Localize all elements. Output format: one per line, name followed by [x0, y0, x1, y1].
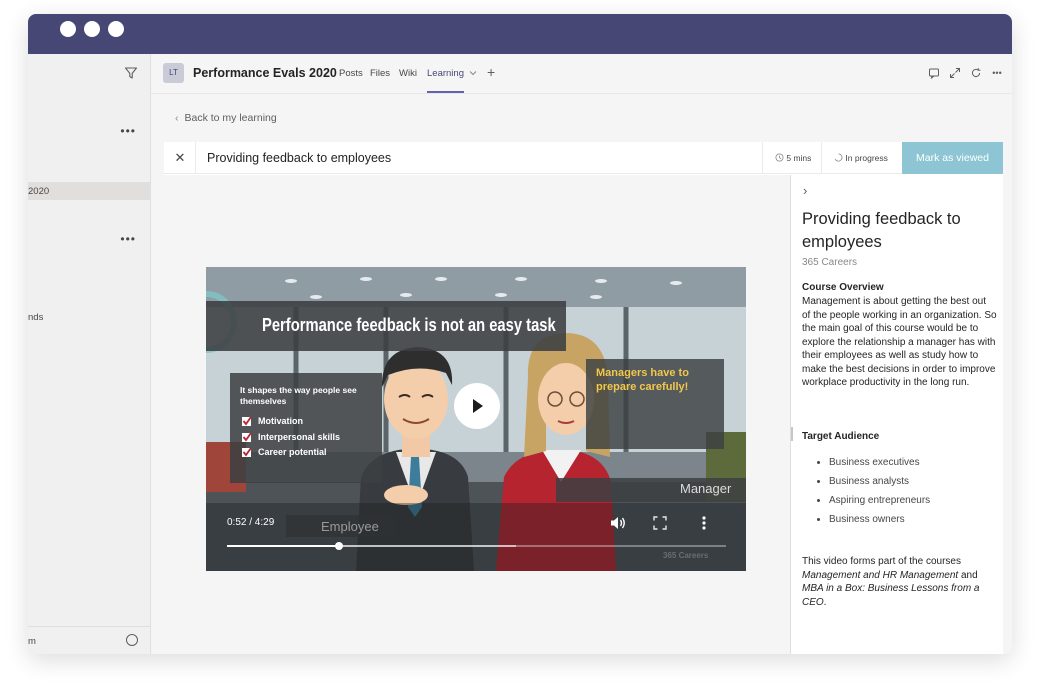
- overview-text: Management is about getting the best out…: [802, 296, 997, 388]
- video-area: Performance feedback is not an easy task…: [164, 175, 790, 654]
- checklist-item: Motivation: [258, 416, 303, 426]
- more-options-icon[interactable]: •••: [991, 67, 1003, 79]
- footer-label[interactable]: m: [28, 636, 36, 647]
- more-options-icon[interactable]: •••: [120, 232, 136, 246]
- divider: [195, 142, 196, 174]
- video-quote: Managers have to prepare carefully!: [596, 367, 689, 393]
- window-dot-icon[interactable]: [108, 21, 124, 37]
- team-name: Performance Evals 2020: [193, 66, 337, 80]
- employee-label: Employee: [321, 519, 379, 534]
- divider: [762, 142, 763, 174]
- left-pane-footer: m: [28, 626, 151, 654]
- list-item: Aspiring entrepreneurs: [829, 494, 930, 513]
- tab-learning[interactable]: Learning: [427, 68, 477, 79]
- audience-list: Business executives Business analysts As…: [829, 456, 930, 532]
- side-course-title: Providing feedback to employees: [802, 210, 961, 251]
- video-watermark: 365 Careers: [663, 551, 709, 560]
- main-content: ‹ Back to my learning ✕ Providing feedbac…: [151, 95, 1012, 654]
- back-link-label: Back to my learning: [184, 112, 277, 124]
- course-card: ✕ Providing feedback to employees 5 mins…: [164, 142, 1003, 654]
- duration-badge: 5 mins: [775, 153, 811, 163]
- footer-text: .: [823, 596, 827, 608]
- video-player[interactable]: Performance feedback is not an easy task…: [206, 267, 746, 571]
- tab-wiki[interactable]: Wiki: [399, 68, 417, 79]
- manager-label: Manager: [680, 481, 732, 496]
- course-title: Providing feedback to employees: [207, 151, 392, 165]
- gear-icon[interactable]: [126, 634, 138, 646]
- video-headline: Performance feedback is not an easy task: [262, 315, 556, 335]
- back-link[interactable]: ‹ Back to my learning: [175, 112, 277, 124]
- footer-course-link[interactable]: MBA in a Box: Business Lessons from a CE…: [802, 583, 980, 608]
- chevron-left-icon: ‹: [175, 112, 179, 124]
- course-details-panel: › Providing feedback to employees 365 Ca…: [790, 175, 1003, 654]
- status-badge: In progress: [834, 153, 888, 163]
- chevron-down-icon: [469, 71, 476, 76]
- section-marker: [791, 427, 793, 441]
- filter-icon[interactable]: [124, 66, 138, 80]
- footer-course-link[interactable]: Management and HR Management: [802, 570, 958, 581]
- checklist-item: Career potential: [258, 447, 327, 457]
- play-icon: [473, 399, 483, 413]
- overview-heading: Course Overview: [802, 282, 884, 293]
- course-provider: 365 Careers: [802, 257, 858, 268]
- list-item: Business analysts: [829, 475, 930, 494]
- divider: [821, 142, 822, 174]
- channel-header: LT Performance Evals 2020 Posts Files Wi…: [151, 54, 1012, 94]
- add-tab-button[interactable]: +: [487, 64, 495, 80]
- more-options-icon[interactable]: •••: [120, 124, 136, 138]
- footer-text: This video forms part of the courses: [802, 556, 961, 567]
- active-tab-indicator: [427, 91, 464, 93]
- volume-icon[interactable]: [609, 515, 627, 531]
- window-dot-icon[interactable]: [60, 21, 76, 37]
- fullscreen-icon[interactable]: [653, 516, 667, 530]
- team-avatar: LT: [163, 63, 184, 83]
- list-item-label[interactable]: nds: [28, 312, 43, 323]
- checklist-item: Interpersonal skills: [258, 432, 341, 442]
- list-item: Business executives: [829, 456, 930, 475]
- video-time: 0:52 / 4:29: [227, 517, 275, 528]
- tab-files[interactable]: Files: [370, 68, 390, 79]
- chat-icon[interactable]: [928, 67, 940, 79]
- window-dot-icon[interactable]: [84, 21, 100, 37]
- tab-posts[interactable]: Posts: [339, 68, 363, 79]
- more-vertical-icon[interactable]: [700, 515, 708, 531]
- clock-icon: [775, 153, 784, 162]
- chevron-right-icon[interactable]: ›: [803, 183, 807, 198]
- footer-text: and: [958, 569, 978, 581]
- course-footer-note: This video forms part of the courses Man…: [802, 555, 997, 609]
- duration-text: 5 mins: [786, 153, 812, 163]
- title-bar: [28, 14, 1012, 54]
- close-icon[interactable]: ✕: [172, 150, 188, 166]
- seek-bar[interactable]: [227, 542, 726, 550]
- list-item-label: 2020: [28, 186, 50, 197]
- play-button[interactable]: [454, 383, 500, 429]
- video-intro-text: It shapes the way people see themselves: [240, 385, 357, 406]
- status-text: In progress: [845, 153, 888, 163]
- list-item: Business owners: [829, 513, 930, 532]
- left-pane: ••• 2020 ••• nds m: [28, 54, 151, 654]
- expand-icon[interactable]: [949, 67, 961, 79]
- seek-bar-played: [227, 545, 340, 547]
- teams-window: ••• 2020 ••• nds m LT Performance Evals …: [28, 14, 1012, 654]
- course-header: ✕ Providing feedback to employees 5 mins…: [164, 142, 1003, 174]
- refresh-icon[interactable]: [970, 67, 982, 79]
- progress-ring-icon: [834, 153, 843, 162]
- audience-heading: Target Audience: [802, 431, 880, 442]
- tab-learning-label: Learning: [427, 68, 464, 79]
- mark-as-viewed-button[interactable]: Mark as viewed: [902, 142, 1003, 174]
